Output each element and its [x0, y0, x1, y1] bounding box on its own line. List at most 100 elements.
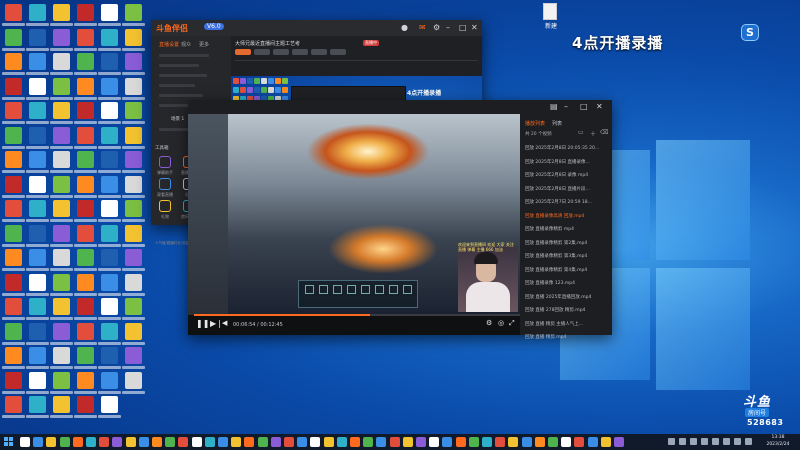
desktop-shortcut-icon[interactable]	[74, 4, 97, 26]
taskbar-app-icon[interactable]	[429, 437, 440, 447]
playlist-item[interactable]: 回放 2025年2月8日 20:05:35 20...	[525, 145, 607, 151]
desktop-shortcut-icon[interactable]	[98, 249, 121, 271]
video-frame[interactable]: 欢迎来到直播间 欢迎 大家 关注 直播 弹幕 主播 666 加油	[188, 114, 520, 315]
screenshot-icon[interactable]: ◎	[498, 319, 504, 327]
tab-list[interactable]: 列表	[552, 120, 562, 127]
minimize-icon[interactable]: –	[564, 102, 568, 111]
scene-row[interactable]	[159, 64, 199, 67]
sidebar-tab-more[interactable]: 更多	[199, 41, 209, 48]
scene-row[interactable]	[159, 94, 203, 97]
desktop-shortcut-icon[interactable]	[2, 28, 25, 51]
taskbar-app-icon[interactable]	[521, 437, 532, 447]
desktop-shortcut-icon[interactable]	[50, 151, 73, 173]
taskbar-app-icon[interactable]	[389, 437, 400, 447]
taskbar-app-icon[interactable]	[468, 437, 479, 447]
taskbar-app-icon[interactable]	[508, 437, 519, 447]
desktop-shortcut-icon[interactable]	[50, 224, 73, 247]
desktop-shortcut-icon[interactable]	[74, 298, 97, 320]
source-chip[interactable]	[292, 49, 308, 55]
desktop-shortcut-icon[interactable]	[122, 200, 145, 222]
desktop-shortcut-icon[interactable]	[74, 200, 97, 222]
playlist-item[interactable]: 回放 2025年2月8日 直播片段...	[525, 186, 607, 192]
progress-bar[interactable]	[194, 314, 520, 316]
tray-icon[interactable]	[701, 438, 708, 445]
pause-icon[interactable]: ❚❚	[196, 319, 209, 328]
desktop-shortcut-icon[interactable]	[74, 53, 97, 75]
desktop-shortcut-icon[interactable]	[98, 151, 121, 173]
desktop-shortcut-icon[interactable]	[122, 53, 145, 75]
desktop-shortcut-icon[interactable]	[98, 224, 121, 247]
desktop-shortcut-icon[interactable]	[2, 200, 25, 222]
desktop-shortcut-icon[interactable]	[74, 224, 97, 247]
taskbar-app-icon[interactable]	[99, 437, 110, 447]
tray-icon[interactable]	[723, 438, 730, 445]
desktop-shortcut-icon[interactable]	[74, 249, 97, 271]
desktop-shortcut-icon[interactable]	[50, 175, 73, 198]
desktop-shortcut-icon[interactable]	[26, 224, 49, 247]
desktop-shortcut-icon[interactable]	[26, 175, 49, 198]
desktop-shortcut-icon[interactable]	[2, 126, 25, 149]
desktop-shortcut-icon[interactable]	[26, 322, 49, 345]
source-chip[interactable]	[235, 49, 251, 55]
desktop-shortcut-icon[interactable]	[2, 371, 25, 394]
desktop-shortcut-icon[interactable]	[2, 175, 25, 198]
taskbar-app-icon[interactable]	[165, 437, 176, 447]
desktop-shortcut-icon[interactable]	[122, 102, 145, 124]
folder-icon[interactable]: ▭	[578, 129, 584, 136]
source-chip[interactable]	[273, 49, 289, 55]
desktop-shortcut-icon[interactable]	[74, 371, 97, 394]
close-icon[interactable]: ✕	[596, 102, 603, 111]
settings-icon[interactable]: ⚙	[433, 23, 440, 32]
taskbar-app-icon[interactable]	[138, 437, 149, 447]
desktop-shortcut-icon[interactable]	[74, 396, 97, 418]
desktop-shortcut-icon[interactable]	[122, 322, 145, 345]
desktop-shortcut-icon[interactable]	[26, 77, 49, 100]
close-icon[interactable]: ✕	[471, 23, 478, 32]
desktop-shortcut-icon[interactable]	[122, 77, 145, 100]
desktop-shortcut-icon[interactable]	[74, 126, 97, 149]
tool-icon[interactable]	[159, 178, 171, 190]
tray-icon[interactable]	[745, 438, 752, 445]
desktop-shortcut-icon[interactable]	[50, 371, 73, 394]
desktop-shortcut-icon[interactable]	[26, 347, 49, 369]
desktop-shortcut-icon[interactable]	[50, 200, 73, 222]
playlist-item[interactable]: 回放 直播录像高清 回放.mp4	[525, 213, 607, 219]
sidebar-tab-live[interactable]: 直播设置	[159, 41, 179, 48]
taskbar-app-icon[interactable]	[323, 437, 334, 447]
playlist-item[interactable]: 回放 直播 精剪 主播人气上...	[525, 321, 607, 327]
taskbar-app-icon[interactable]	[178, 437, 189, 447]
scene-row[interactable]	[159, 104, 189, 107]
desktop-shortcut-icon[interactable]	[122, 126, 145, 149]
taskbar-app-icon[interactable]	[363, 437, 374, 447]
taskbar-app-icon[interactable]	[20, 437, 30, 447]
desktop-shortcut-icon[interactable]	[26, 102, 49, 124]
scene-row[interactable]	[159, 54, 209, 57]
tray-icon[interactable]	[668, 438, 675, 445]
maximize-icon[interactable]: □	[459, 23, 467, 32]
taskbar-app-icon[interactable]	[336, 437, 347, 447]
desktop-shortcut-icon[interactable]	[2, 53, 25, 75]
gift-icon[interactable]: ✉	[419, 23, 426, 32]
taskbar-app-icon[interactable]	[561, 437, 572, 447]
desktop-shortcut-icon[interactable]	[74, 77, 97, 100]
playlist-item[interactable]: 回放 直播录像精剪 第3集.mp4	[525, 253, 607, 259]
maximize-icon[interactable]: □	[580, 102, 588, 111]
playlist-item[interactable]: 回放 2025年2月8日 直播录像...	[525, 159, 607, 165]
taskbar-app-icon[interactable]	[218, 437, 228, 447]
taskbar-app-icon[interactable]	[495, 437, 506, 447]
tool-icon[interactable]	[159, 156, 171, 168]
source-chip[interactable]	[330, 49, 346, 55]
desktop-shortcut-icon[interactable]	[50, 126, 73, 149]
taskbar-app-icon[interactable]	[416, 437, 426, 447]
tray-icon[interactable]	[712, 438, 719, 445]
desktop-shortcut-icon[interactable]	[74, 347, 97, 369]
taskbar-app-icon[interactable]	[402, 437, 413, 447]
desktop-shortcut-icon[interactable]	[2, 224, 25, 247]
desktop-shortcut-icon[interactable]	[2, 298, 25, 320]
playlist-item[interactable]: 回放 直播 2025年直播回放.mp4	[525, 294, 607, 300]
taskbar-app-icon[interactable]	[125, 437, 136, 447]
desktop-shortcut-icon[interactable]	[26, 200, 49, 222]
desktop-shortcut-icon[interactable]	[98, 322, 121, 345]
desktop-shortcut-icon[interactable]	[98, 53, 121, 75]
desktop-shortcut-icon[interactable]	[98, 273, 121, 296]
